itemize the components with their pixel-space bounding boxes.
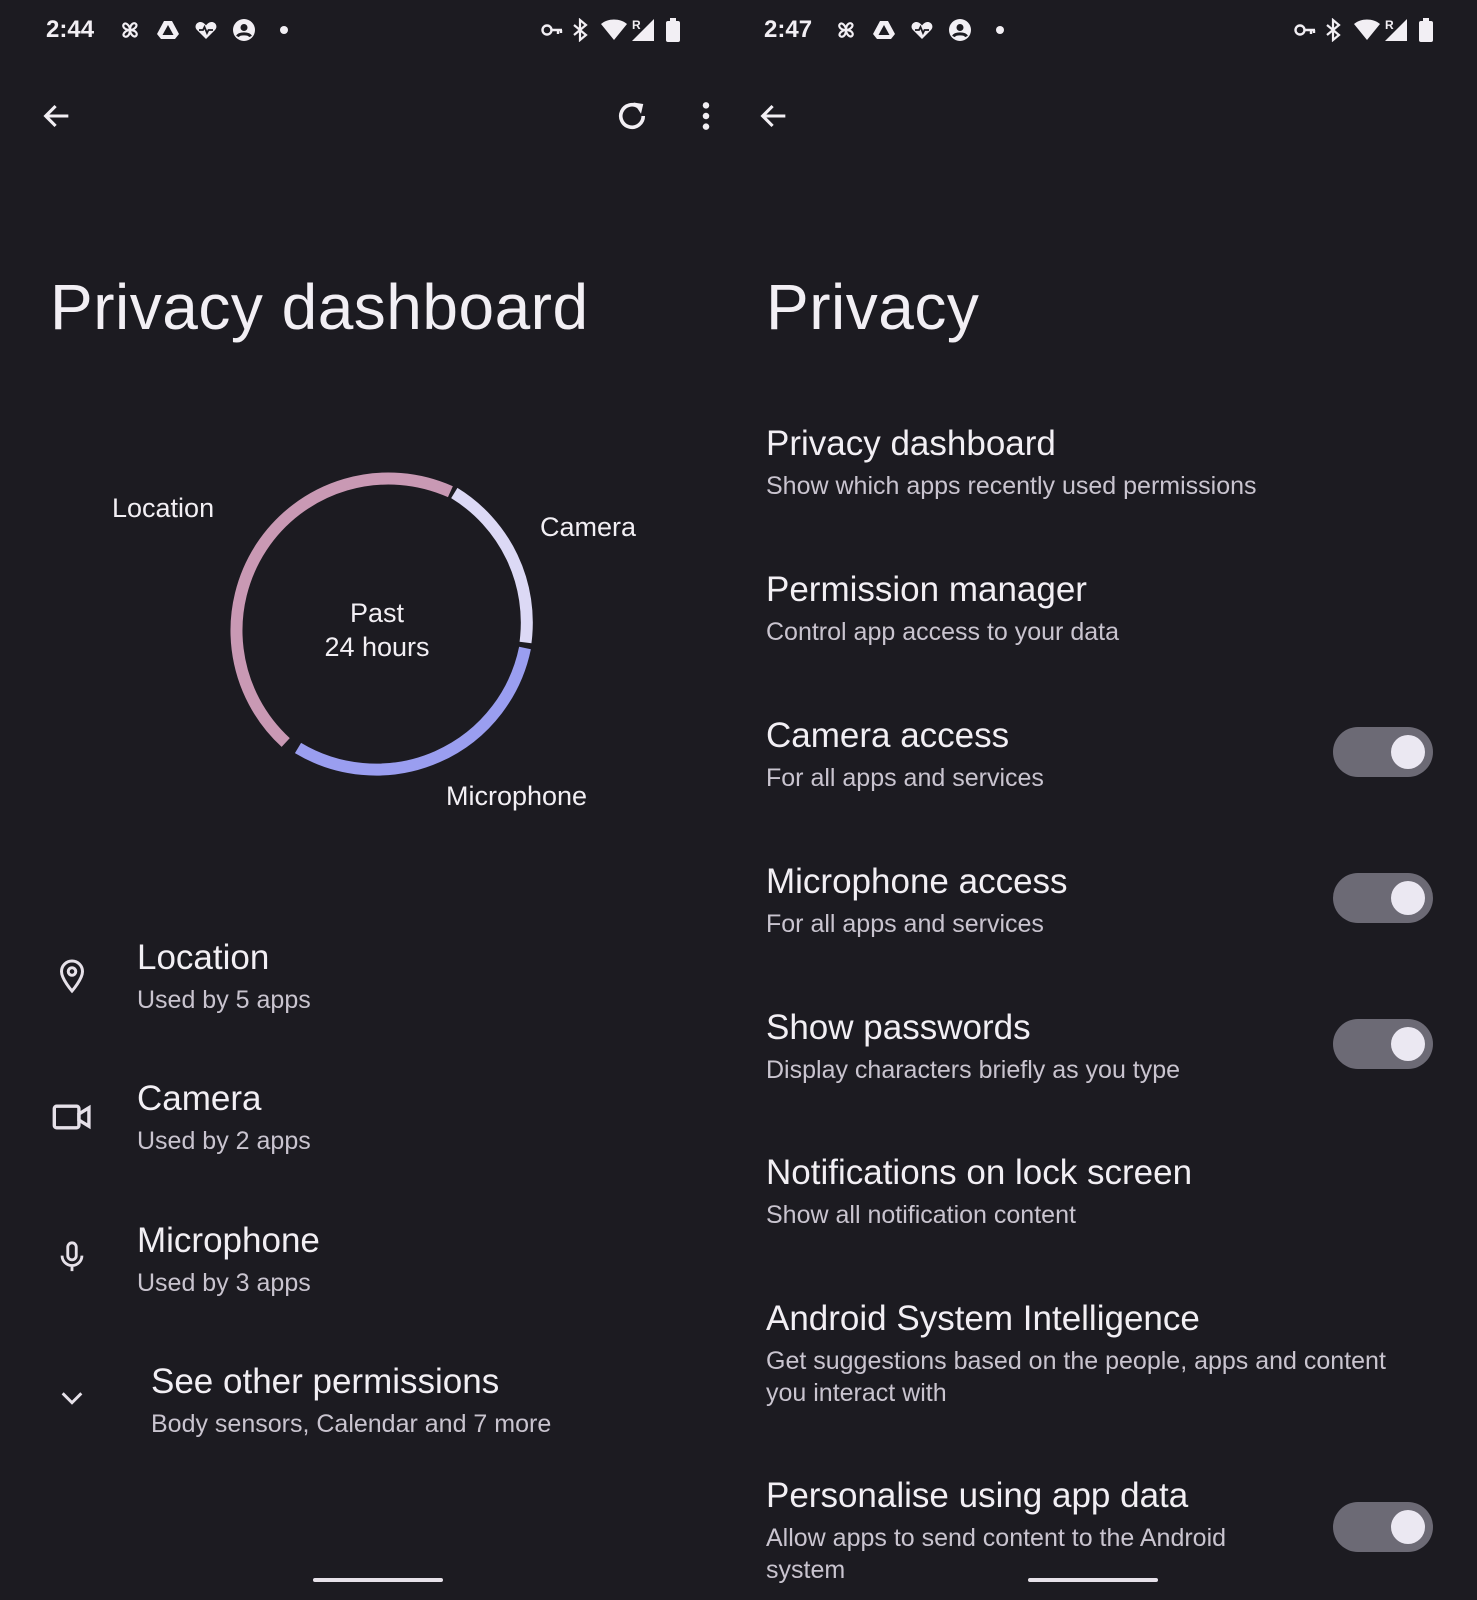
toggle-knob [1391, 1027, 1425, 1061]
permission-subtitle: Used by 5 apps [137, 986, 311, 1014]
refresh-button[interactable] [608, 92, 656, 140]
permission-item-camera[interactable]: Camera Used by 2 apps [0, 1071, 735, 1191]
status-time: 2:47 [764, 16, 813, 43]
signal-roaming-icon: R [1385, 18, 1407, 41]
chart-center-text: Past 24 hours [277, 596, 477, 664]
setting-notifications-lock-screen[interactable]: Notifications on lock screen Show all no… [735, 1147, 1477, 1267]
see-other-permissions-title: See other permissions [151, 1362, 500, 1401]
svg-text:R: R [1385, 18, 1394, 32]
setting-title: Show passwords [766, 1008, 1031, 1047]
setting-subtitle: Show all notification content [766, 1201, 1076, 1229]
setting-subtitle: Allow apps to send content to the Androi… [766, 1524, 1227, 1584]
see-other-permissions-subtitle: Body sensors, Calendar and 7 more [151, 1410, 552, 1438]
refresh-icon [618, 102, 646, 129]
setting-title: Microphone access [766, 862, 1068, 901]
setting-subtitle: Get suggestions based on the people, app… [766, 1347, 1386, 1407]
page-title: Privacy [766, 271, 980, 343]
permission-subtitle: Used by 2 apps [137, 1127, 311, 1155]
ring-segment-microphone [294, 646, 531, 776]
status-time: 2:44 [46, 16, 95, 43]
chart-center-line2: 24 hours [324, 632, 430, 662]
setting-title: Camera access [766, 716, 1010, 755]
see-other-permissions-item[interactable]: See other permissions Body sensors, Cale… [0, 1354, 735, 1474]
setting-title: Privacy dashboard [766, 424, 1056, 463]
chart-label-camera: Camera [540, 512, 637, 542]
health-icon [911, 22, 933, 39]
camera-access-toggle[interactable] [1333, 727, 1433, 777]
setting-android-system-intelligence[interactable]: Android System Intelligence Get suggesti… [735, 1293, 1477, 1433]
battery-icon [666, 18, 680, 42]
pinwheel-icon [122, 22, 138, 38]
pinwheel-icon [838, 22, 854, 38]
setting-title: Personalise using app data [766, 1476, 1189, 1515]
toggle-knob [1391, 735, 1425, 769]
setting-camera-access[interactable]: Camera access For all apps and services [735, 710, 1477, 830]
toggle-knob [1391, 1510, 1425, 1544]
status-bar: 2:44 R [46, 14, 706, 46]
account-icon [949, 19, 971, 41]
setting-microphone-access[interactable]: Microphone access For all apps and servi… [735, 856, 1477, 976]
personalise-app-data-toggle[interactable] [1333, 1502, 1433, 1552]
battery-icon [1419, 18, 1433, 42]
setting-subtitle: For all apps and services [766, 910, 1044, 938]
permission-item-microphone[interactable]: Microphone Used by 3 apps [0, 1213, 735, 1333]
vpn-key-icon [541, 24, 563, 36]
page-title: Privacy dashboard [50, 271, 589, 343]
drive-icon [157, 21, 179, 39]
chart-label-location: Location [112, 493, 215, 523]
health-icon [195, 22, 217, 39]
privacy-settings-screen: 2:47 R Privacy Privacy dashboard Show wh… [735, 0, 1477, 1600]
account-icon [233, 19, 255, 41]
dot-icon [996, 26, 1004, 34]
microphone-icon [46, 1231, 98, 1283]
setting-subtitle: For all apps and services [766, 764, 1044, 792]
location-pin-icon [46, 950, 98, 1002]
signal-roaming-icon: R [632, 18, 654, 41]
setting-title: Notifications on lock screen [766, 1153, 1193, 1192]
setting-subtitle: Control app access to your data [766, 618, 1119, 646]
back-button[interactable] [33, 92, 81, 140]
more-vert-icon [702, 102, 710, 130]
setting-show-passwords[interactable]: Show passwords Display characters briefl… [735, 1002, 1477, 1122]
bluetooth-icon [573, 18, 588, 42]
setting-subtitle: Show which apps recently used permission… [766, 472, 1257, 500]
vpn-key-icon [1294, 24, 1316, 36]
chevron-down-icon [46, 1372, 98, 1424]
back-button[interactable] [750, 92, 798, 140]
setting-permission-manager[interactable]: Permission manager Control app access to… [735, 564, 1477, 684]
show-passwords-toggle[interactable] [1333, 1019, 1433, 1069]
back-arrow-icon [760, 104, 786, 128]
wifi-icon [1354, 19, 1380, 40]
permission-subtitle: Used by 3 apps [137, 1269, 311, 1297]
microphone-access-toggle[interactable] [1333, 873, 1433, 923]
chart-label-microphone: Microphone [446, 781, 588, 811]
wifi-icon [601, 19, 627, 40]
permission-title: Location [137, 938, 270, 977]
permission-item-location[interactable]: Location Used by 5 apps [0, 930, 735, 1050]
setting-title: Android System Intelligence [766, 1299, 1200, 1338]
dot-icon [280, 26, 288, 34]
privacy-dashboard-screen: 2:44 R Privacy dashboard Location Camera… [0, 0, 735, 1600]
setting-subtitle: Display characters briefly as you type [766, 1056, 1181, 1084]
permission-title: Camera [137, 1079, 262, 1118]
gesture-handle[interactable] [1028, 1578, 1158, 1582]
camera-icon [46, 1091, 98, 1143]
more-options-button[interactable] [682, 92, 730, 140]
gesture-handle[interactable] [313, 1578, 443, 1582]
setting-privacy-dashboard[interactable]: Privacy dashboard Show which apps recent… [735, 418, 1477, 538]
chart-center-line1: Past [349, 598, 405, 628]
drive-icon [873, 21, 895, 39]
svg-text:R: R [632, 18, 641, 32]
status-bar: 2:47 R [764, 14, 1454, 46]
setting-personalise-app-data[interactable]: Personalise using app data Allow apps to… [735, 1470, 1477, 1595]
toggle-knob [1391, 881, 1425, 915]
back-arrow-icon [43, 104, 69, 128]
permission-title: Microphone [137, 1221, 320, 1260]
setting-title: Permission manager [766, 570, 1087, 609]
bluetooth-icon [1326, 18, 1341, 42]
